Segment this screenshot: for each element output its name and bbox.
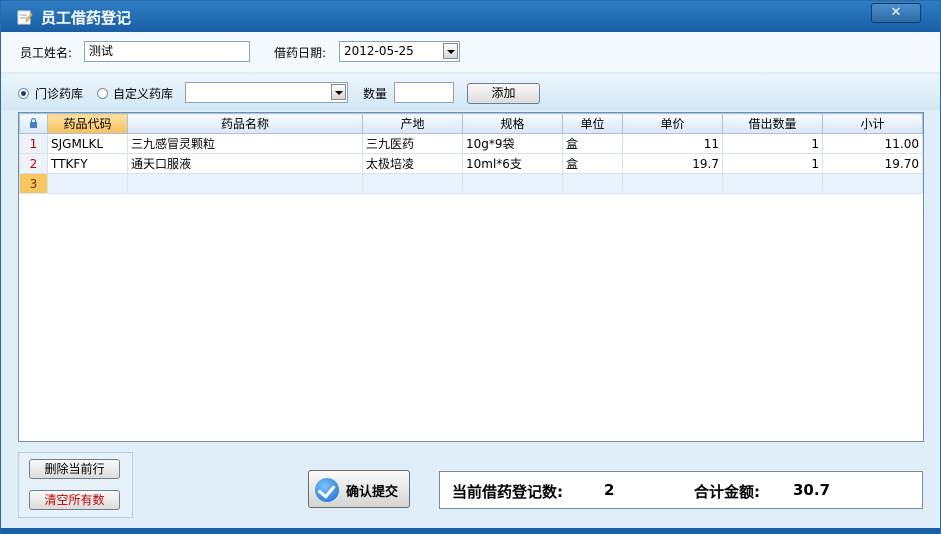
radio-outpatient-label: 门诊药库 — [35, 87, 84, 101]
cell-origin[interactable]: 三九医药 — [362, 133, 463, 154]
pharmacy-select[interactable] — [185, 82, 348, 103]
bottom-border — [1, 528, 940, 534]
record-count-label: 当前借药登记数: — [452, 483, 563, 501]
chevron-down-icon[interactable] — [331, 84, 346, 100]
column-header[interactable]: 药品代码 — [47, 113, 128, 134]
employee-name-label: 员工姓名: — [20, 46, 73, 60]
borrow-date-value: 2012-05-25 — [344, 44, 414, 58]
table-row[interactable]: 2 TTKFY 通天口服液 太极培凌 10ml*6支 盒 19.7 1 19.7… — [19, 153, 923, 174]
checkmark-icon — [315, 478, 339, 502]
column-header[interactable]: 药品名称 — [127, 113, 363, 134]
cell-subtotal[interactable] — [822, 173, 923, 194]
record-count-value: 2 — [604, 481, 615, 499]
row-number[interactable]: 3 — [19, 173, 48, 194]
app-window: 员工借药登记 ✕ 员工姓名: 测试 借药日期: 2012-05-25 门诊药库 … — [0, 0, 941, 534]
table-row[interactable]: 1 SJGMLKL 三九感冒灵颗粒 三九医药 10g*9袋 盒 11 1 11.… — [19, 133, 923, 154]
cell-price[interactable] — [622, 173, 723, 194]
row-number[interactable]: 2 — [19, 153, 48, 174]
column-header[interactable]: 单位 — [562, 113, 623, 134]
close-button[interactable]: ✕ — [871, 3, 921, 23]
delete-row-button[interactable]: 删除当前行 — [29, 459, 120, 479]
drug-filter-panel: 门诊药库 自定义药库 数量 添加 — [1, 74, 940, 110]
cell-drug-code[interactable]: SJGMLKL — [47, 133, 128, 154]
quantity-label: 数量 — [363, 87, 388, 101]
employee-panel: 员工姓名: 测试 借药日期: 2012-05-25 — [1, 32, 940, 72]
clear-all-button[interactable]: 清空所有数 — [29, 490, 120, 510]
quantity-input[interactable] — [394, 82, 454, 103]
cell-subtotal[interactable]: 11.00 — [822, 133, 923, 154]
employee-name-input[interactable]: 测试 — [84, 41, 250, 62]
cell-subtotal[interactable]: 19.70 — [822, 153, 923, 174]
cell-quantity[interactable]: 1 — [722, 133, 823, 154]
cell-quantity[interactable]: 1 — [722, 153, 823, 174]
cell-origin[interactable] — [362, 173, 463, 194]
column-header[interactable]: 小计 — [822, 113, 923, 134]
chevron-down-icon[interactable] — [443, 43, 458, 59]
borrow-table: 药品代码 药品名称 产地 规格 单位 单价 借出数量 小计 1 SJGMLKL … — [19, 113, 923, 194]
cell-drug-name[interactable]: 通天口服液 — [127, 153, 363, 174]
title-bar: 员工借药登记 ✕ — [1, 1, 940, 32]
borrow-grid: 药品代码 药品名称 产地 规格 单位 单价 借出数量 小计 1 SJGMLKL … — [18, 112, 924, 442]
cell-unit[interactable]: 盒 — [562, 153, 623, 174]
column-header[interactable]: 产地 — [362, 113, 463, 134]
window-title: 员工借药登记 — [41, 9, 132, 27]
cell-drug-name[interactable] — [127, 173, 363, 194]
bottom-panel: 删除当前行 清空所有数 确认提交 当前借药登记数: 2 合计金额: 30.7 — [1, 442, 940, 528]
radio-outpatient-pharmacy[interactable] — [18, 88, 29, 99]
radio-custom-pharmacy[interactable] — [97, 88, 108, 99]
cell-drug-name[interactable]: 三九感冒灵颗粒 — [127, 133, 363, 154]
cell-spec[interactable]: 10ml*6支 — [462, 153, 563, 174]
cell-spec[interactable] — [462, 173, 563, 194]
add-button[interactable]: 添加 — [467, 83, 540, 104]
column-header[interactable]: 单价 — [622, 113, 723, 134]
column-header[interactable]: 借出数量 — [722, 113, 823, 134]
lock-icon[interactable] — [19, 113, 48, 134]
cell-unit[interactable]: 盒 — [562, 133, 623, 154]
cell-drug-code[interactable]: TTKFY — [47, 153, 128, 174]
cell-drug-code[interactable] — [47, 173, 128, 194]
confirm-submit-label: 确认提交 — [346, 485, 399, 500]
row-number[interactable]: 1 — [19, 133, 48, 154]
borrow-date-label: 借药日期: — [274, 46, 327, 60]
table-header-row: 药品代码 药品名称 产地 规格 单位 单价 借出数量 小计 — [19, 113, 923, 134]
total-amount-value: 30.7 — [793, 481, 831, 499]
row-action-group: 删除当前行 清空所有数 — [18, 452, 133, 518]
cell-spec[interactable]: 10g*9袋 — [462, 133, 563, 154]
summary-box: 当前借药登记数: 2 合计金额: 30.7 — [439, 471, 923, 509]
edit-document-icon — [17, 10, 33, 25]
total-amount-label: 合计金额: — [694, 483, 760, 501]
borrow-date-picker[interactable]: 2012-05-25 — [339, 41, 460, 62]
cell-origin[interactable]: 太极培凌 — [362, 153, 463, 174]
cell-quantity[interactable] — [722, 173, 823, 194]
cell-unit[interactable] — [562, 173, 623, 194]
confirm-submit-button[interactable]: 确认提交 — [308, 470, 410, 508]
new-table-row[interactable]: 3 — [19, 173, 923, 194]
radio-custom-label: 自定义药库 — [113, 87, 174, 101]
cell-price[interactable]: 19.7 — [622, 153, 723, 174]
column-header[interactable]: 规格 — [462, 113, 563, 134]
cell-price[interactable]: 11 — [622, 133, 723, 154]
